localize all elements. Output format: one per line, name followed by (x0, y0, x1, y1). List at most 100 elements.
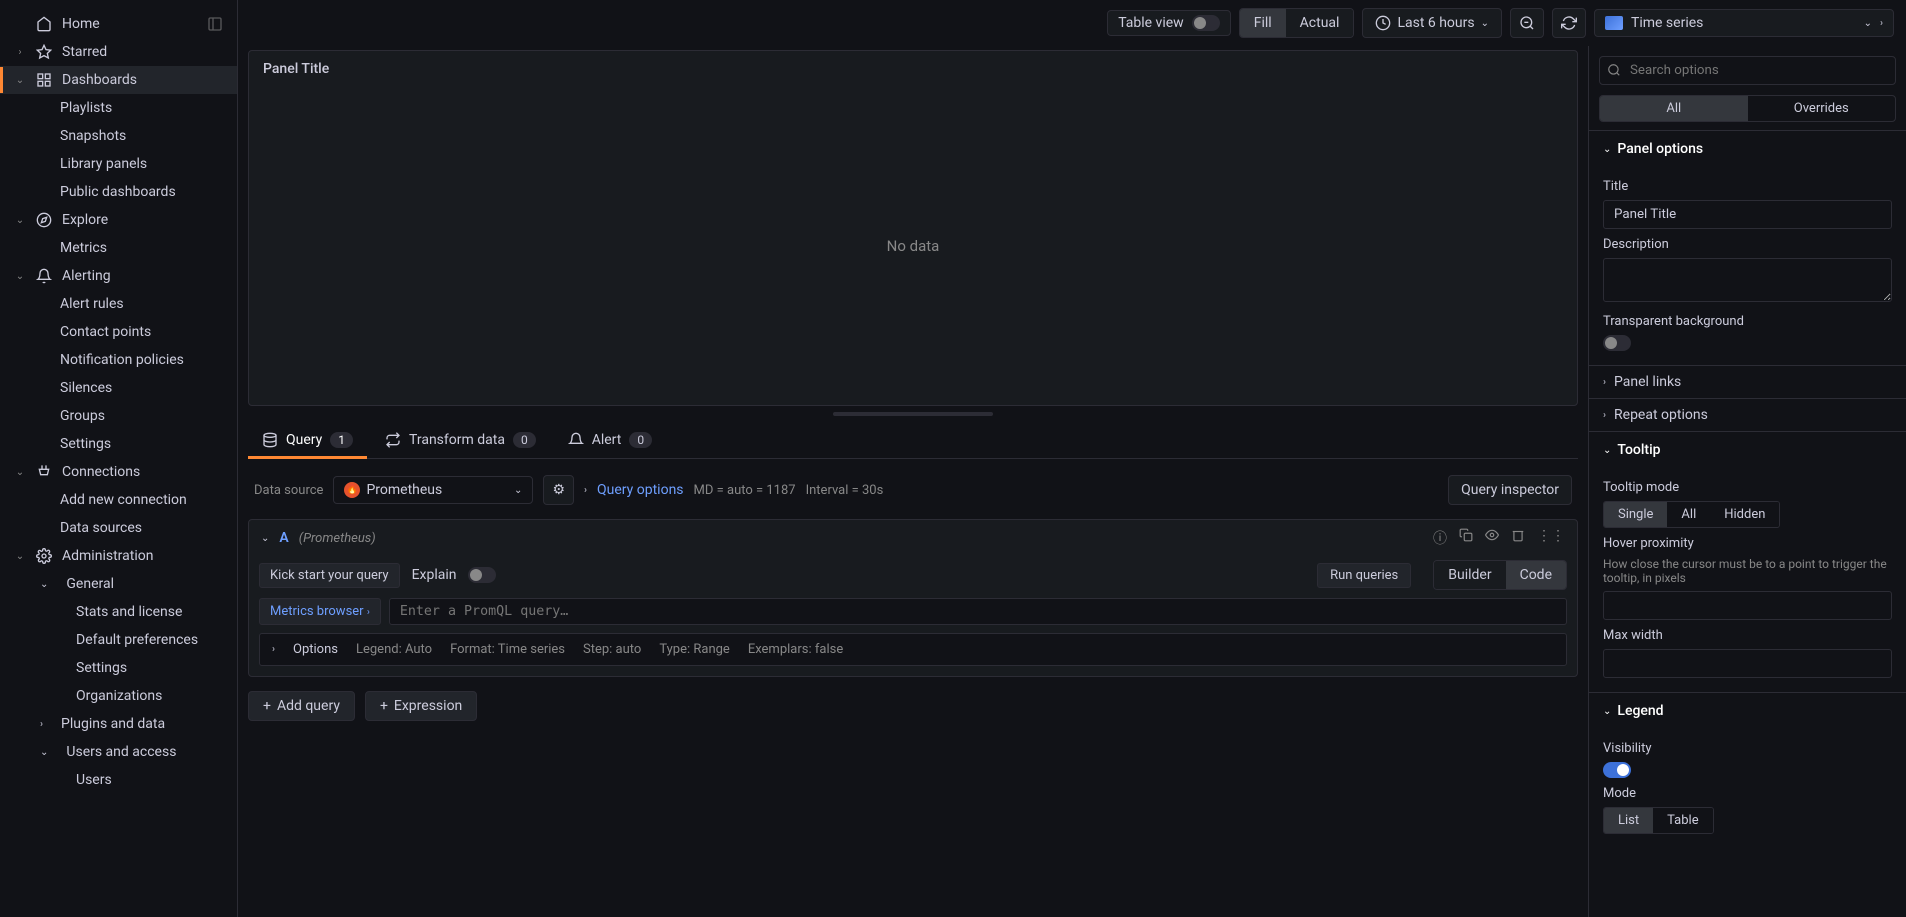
options-label[interactable]: Options (293, 642, 338, 657)
nav-contact-points[interactable]: Contact points (0, 318, 237, 346)
info-icon[interactable]: ⓘ (1433, 528, 1447, 548)
visibility-toggle[interactable] (1603, 762, 1631, 778)
query-count-badge: 1 (330, 432, 353, 448)
nav-dashboards[interactable]: ⌄ Dashboards (0, 66, 237, 94)
tab-alert[interactable]: Alert 0 (554, 422, 666, 458)
nav-label: Default preferences (76, 632, 198, 648)
format-label: Format: Time series (450, 642, 565, 657)
nav-public-dashboards[interactable]: Public dashboards (0, 178, 237, 206)
eye-icon[interactable] (1485, 528, 1499, 548)
ds-settings-button[interactable]: ⚙ (543, 475, 574, 505)
query-bar: Data source 🔥 Prometheus ⌄ ⚙ › Query opt… (248, 467, 1578, 513)
tab-transform[interactable]: Transform data 0 (371, 422, 550, 458)
code-button[interactable]: Code (1506, 561, 1566, 589)
nav-label: Administration (62, 548, 153, 564)
nav-add-connection[interactable]: Add new connection (0, 486, 237, 514)
transform-count-badge: 0 (513, 432, 536, 448)
all-tab[interactable]: All (1600, 96, 1748, 121)
legend-list-button[interactable]: List (1604, 808, 1653, 833)
nav-metrics[interactable]: Metrics (0, 234, 237, 262)
sidebar: Home › Starred ⌄ Dashboards Playlists Sn… (0, 0, 238, 917)
title-input[interactable] (1603, 200, 1892, 229)
legend-table-button[interactable]: Table (1653, 808, 1712, 833)
overrides-tab[interactable]: Overrides (1748, 96, 1896, 121)
query-options-link[interactable]: Query options (597, 482, 684, 498)
nav-silences[interactable]: Silences (0, 374, 237, 402)
nav-organizations[interactable]: Organizations (0, 682, 237, 710)
query-inspector-button[interactable]: Query inspector (1448, 475, 1572, 505)
legend-section[interactable]: ⌄Legend (1589, 693, 1906, 729)
tooltip-all-button[interactable]: All (1667, 502, 1710, 527)
nav-label: Library panels (60, 156, 147, 172)
add-query-button[interactable]: +Add query (248, 691, 355, 721)
tooltip-mode-label: Tooltip mode (1603, 480, 1892, 495)
builder-button[interactable]: Builder (1434, 561, 1505, 589)
actual-button[interactable]: Actual (1286, 9, 1354, 37)
description-input[interactable] (1603, 258, 1892, 302)
main: Table view Fill Actual Last 6 hours ⌄ Ti… (238, 0, 1906, 917)
all-overrides-toggle: All Overrides (1599, 95, 1896, 122)
max-width-input[interactable] (1603, 649, 1892, 678)
legend-mode-group: List Table (1603, 807, 1714, 834)
metrics-browser-button[interactable]: Metrics browser › (259, 598, 381, 625)
trash-icon[interactable] (1511, 528, 1525, 548)
chevron-down-icon[interactable]: ⌄ (261, 533, 269, 544)
desc-field-label: Description (1603, 237, 1892, 252)
nav-settings-admin[interactable]: Settings (0, 654, 237, 682)
panel-links-section[interactable]: ›Panel links (1589, 365, 1906, 398)
dock-icon[interactable] (207, 16, 223, 32)
tooltip-section[interactable]: ⌄Tooltip (1589, 432, 1906, 468)
refresh-button[interactable] (1552, 8, 1586, 38)
nav-groups[interactable]: Groups (0, 402, 237, 430)
tooltip-single-button[interactable]: Single (1604, 502, 1667, 527)
copy-icon[interactable] (1459, 528, 1473, 548)
nav-starred[interactable]: › Starred (0, 38, 237, 66)
tab-query[interactable]: Query 1 (248, 422, 367, 458)
nav-alerting[interactable]: ⌄ Alerting (0, 262, 237, 290)
nav-playlists[interactable]: Playlists (0, 94, 237, 122)
repeat-options-section[interactable]: ›Repeat options (1589, 398, 1906, 431)
search-options-input[interactable] (1599, 56, 1896, 85)
chevron-down-icon: ⌄ (14, 270, 26, 282)
nav-settings-alerting[interactable]: Settings (0, 430, 237, 458)
drag-icon[interactable]: ⋮⋮ (1537, 528, 1565, 548)
nav-general[interactable]: ⌄General (0, 570, 237, 598)
gear-icon (36, 548, 52, 564)
nav-home[interactable]: Home (0, 10, 237, 38)
explain-toggle[interactable] (468, 567, 496, 583)
hover-proximity-input[interactable] (1603, 591, 1892, 620)
kick-start-button[interactable]: Kick start your query (259, 563, 400, 588)
chevron-right-icon[interactable]: › (272, 644, 275, 655)
promql-input[interactable] (389, 598, 1567, 625)
nav-default-prefs[interactable]: Default preferences (0, 626, 237, 654)
nav-snapshots[interactable]: Snapshots (0, 122, 237, 150)
nav-administration[interactable]: ⌄ Administration (0, 542, 237, 570)
nav-library-panels[interactable]: Library panels (0, 150, 237, 178)
tooltip-hidden-button[interactable]: Hidden (1710, 502, 1779, 527)
run-queries-button[interactable]: Run queries (1317, 563, 1411, 588)
zoom-out-button[interactable] (1510, 8, 1544, 38)
query-card: ⌄ A (Prometheus) ⓘ ⋮⋮ (248, 519, 1578, 677)
fill-button[interactable]: Fill (1240, 9, 1286, 37)
panel-options-section[interactable]: ⌄Panel options (1589, 131, 1906, 167)
nav-label: Users and access (66, 744, 176, 760)
data-source-select[interactable]: 🔥 Prometheus ⌄ (333, 476, 533, 504)
transparent-bg-toggle[interactable] (1603, 335, 1631, 351)
nav-stats-license[interactable]: Stats and license (0, 598, 237, 626)
nav-explore[interactable]: ⌄ Explore (0, 206, 237, 234)
tab-label: Query (286, 432, 322, 448)
nav-plugins-data[interactable]: ›Plugins and data (0, 710, 237, 738)
nav-notification-policies[interactable]: Notification policies (0, 346, 237, 374)
nav-users[interactable]: Users (0, 766, 237, 794)
nav-connections[interactable]: ⌄ Connections (0, 458, 237, 486)
visualization-picker[interactable]: Time series ⌄ › (1594, 9, 1894, 37)
time-range-picker[interactable]: Last 6 hours ⌄ (1362, 8, 1502, 38)
nav-users-access[interactable]: ⌄Users and access (0, 738, 237, 766)
add-expression-button[interactable]: +Expression (365, 691, 477, 721)
nav-alert-rules[interactable]: Alert rules (0, 290, 237, 318)
table-view-toggle[interactable]: Table view (1107, 10, 1231, 36)
nav-data-sources[interactable]: Data sources (0, 514, 237, 542)
query-letter[interactable]: A (279, 530, 288, 546)
resize-handle[interactable] (833, 412, 993, 416)
chevron-right-icon[interactable]: › (584, 485, 587, 496)
